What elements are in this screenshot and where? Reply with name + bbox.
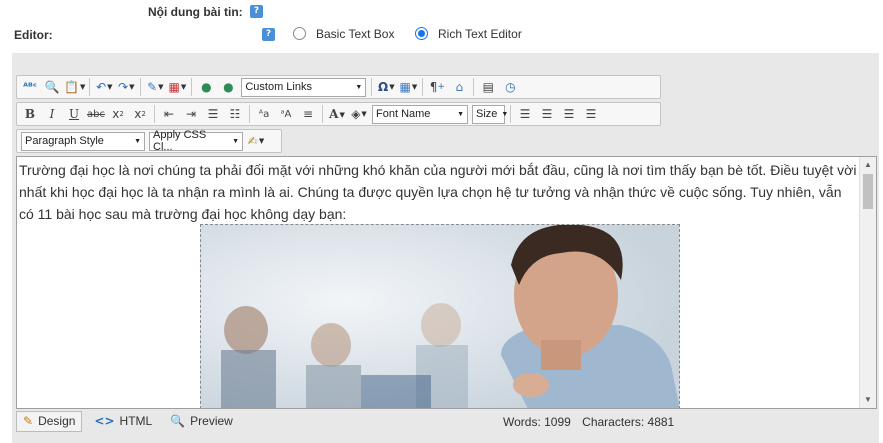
custom-links-value: Custom Links [245, 81, 312, 93]
toolbar-row-1: ᴬᴮᶜ 🔍 📋 ▼ ↶ ▼ ↷ ▼ ✎ ▼ ▦ ▼ ● ● Custom Links ▼ Ω… [16, 75, 661, 99]
rich-text-editor-label[interactable]: Rich Text Editor [438, 27, 522, 41]
subscript-icon[interactable]: x2 [130, 104, 150, 124]
find-replace-icon[interactable]: 🔍 [42, 77, 62, 97]
justify-icon[interactable]: ☰ [581, 104, 601, 124]
editor-mode-bar: ✎ Design <> HTML 🔍 Preview Words: 1099 C… [16, 410, 877, 432]
toolbar-separator [510, 105, 511, 123]
bullet-list-icon[interactable]: ☷ [225, 104, 245, 124]
thinking-man-photo [201, 225, 679, 408]
toolbar-row-2: B I U abc x2 x2 ⇤ ⇥ ☰ ☷ ᴬa ᵃA ≡ A ▼ ◈ ▼ Fo… [16, 102, 661, 126]
toolbar-row-3: Paragraph Style ▼ Apply CSS Cl... ▼ ✍ ▼ [16, 129, 282, 153]
content-label: Nội dung bài tin: [148, 5, 243, 19]
convert-uppercase-icon[interactable]: ᵃA [276, 104, 296, 124]
apply-css-class-select[interactable]: Apply CSS Cl... ▼ [149, 129, 243, 153]
numbered-list-icon[interactable]: ☰ [203, 104, 223, 124]
redo-icon[interactable]: ↷ ▼ [116, 77, 136, 97]
convert-lowercase-icon[interactable]: ᴬa [254, 104, 274, 124]
insert-link-icon[interactable]: ✎ ▼ [145, 77, 165, 97]
format-stripper-icon[interactable]: ✍ ▼ [246, 131, 266, 151]
toolbar-separator [140, 78, 142, 96]
character-count: Characters: 4881 [582, 415, 675, 429]
apply-css-class-value: Apply CSS Cl... [153, 129, 207, 153]
preview-mode-label: Preview [190, 414, 233, 428]
background-color-icon[interactable]: ◈ ▼ [349, 104, 369, 124]
indent-icon[interactable]: ⇥ [181, 104, 201, 124]
underline-icon[interactable]: U [64, 104, 84, 124]
scroll-up-icon[interactable]: ▲ [860, 157, 876, 173]
font-size-select[interactable]: Size ▼ [472, 104, 508, 124]
italic-icon[interactable]: I [42, 104, 62, 124]
rich-text-editor-radio[interactable] [415, 27, 428, 40]
design-mode-label: Design [38, 414, 76, 428]
toolbar-separator [371, 78, 373, 96]
html-mode-label: HTML [119, 414, 153, 428]
html-mode-button[interactable]: <> HTML [88, 411, 158, 432]
font-name-select[interactable]: Font Name ▼ [372, 104, 468, 124]
align-left-icon[interactable]: ☰ [515, 104, 535, 124]
spellcheck-icon[interactable]: ᴬᴮᶜ [20, 77, 40, 97]
help-icon[interactable]: ? [262, 28, 275, 41]
font-name-value: Font Name [376, 108, 431, 120]
toolbar-separator [249, 105, 250, 123]
remove-link-icon[interactable]: ● [218, 77, 238, 97]
paragraph-style-value: Paragraph Style [25, 135, 104, 147]
font-size-value: Size [476, 108, 498, 120]
symbol-icon[interactable]: Ω ▼ [376, 77, 396, 97]
font-color-icon[interactable]: A ▼ [327, 104, 347, 124]
editor-content-area[interactable]: Trường đại học là nơi chúng ta phải đối … [16, 156, 877, 409]
magnifier-icon: 🔍 [170, 414, 186, 428]
rich-text-editor: ᴬᴮᶜ 🔍 📋 ▼ ↶ ▼ ↷ ▼ ✎ ▼ ▦ ▼ ● ● Custom Links ▼ Ω… [12, 53, 879, 443]
align-right-icon[interactable]: ☰ [559, 104, 579, 124]
table-icon[interactable]: ▦ ▼ [398, 77, 418, 97]
undo-icon[interactable]: ↶ ▼ [94, 77, 114, 97]
paragraph-mark-icon[interactable]: ¶ + [427, 77, 447, 97]
basic-text-box-radio[interactable] [293, 27, 306, 40]
content-paragraph: Trường đại học là nơi chúng ta phải đối … [19, 162, 857, 222]
article-photo[interactable] [200, 224, 680, 408]
word-count-stats: Words: 1099 Characters: 4881 [503, 415, 682, 429]
scroll-down-icon[interactable]: ▼ [860, 392, 876, 408]
word-count: Words: 1099 [503, 415, 571, 429]
insert-date-icon[interactable]: ▤ [478, 77, 498, 97]
strikethrough-icon[interactable]: abc [86, 104, 106, 124]
scrollbar-thumb[interactable] [863, 174, 873, 209]
toolbar-separator [422, 78, 424, 96]
toolbar-separator [89, 78, 91, 96]
paste-icon[interactable]: 📋 ▼ [64, 77, 85, 97]
toolbar-separator [322, 105, 323, 123]
editor-label: Editor: [14, 28, 53, 42]
bold-icon[interactable]: B [20, 104, 40, 124]
design-mode-button[interactable]: ✎ Design [16, 410, 83, 432]
toolbar-separator [473, 78, 475, 96]
clean-formatting-icon[interactable]: ⌂ [449, 77, 469, 97]
basic-text-box-label[interactable]: Basic Text Box [316, 27, 394, 41]
pencil-icon: ✎ [23, 414, 34, 428]
outdent-icon[interactable]: ⇤ [159, 104, 179, 124]
code-icon: <> [94, 414, 115, 428]
toolbar-separator [154, 105, 155, 123]
toolbar-separator [191, 78, 193, 96]
horizontal-rule-icon[interactable]: ≡ [298, 104, 318, 124]
paragraph-style-select[interactable]: Paragraph Style ▼ [21, 131, 145, 151]
custom-links-select[interactable]: Custom Links ▼ [241, 77, 367, 97]
superscript-icon[interactable]: x2 [108, 104, 128, 124]
preview-mode-button[interactable]: 🔍 Preview [164, 411, 239, 432]
help-icon[interactable]: ? [250, 5, 263, 18]
align-center-icon[interactable]: ☰ [537, 104, 557, 124]
insert-time-icon[interactable]: ◷ [500, 77, 520, 97]
image-manager-icon[interactable]: ▦ ▼ [167, 77, 187, 97]
hyperlink-icon[interactable]: ● [196, 77, 216, 97]
content-scrollbar[interactable]: ▲ ▼ [859, 157, 876, 408]
